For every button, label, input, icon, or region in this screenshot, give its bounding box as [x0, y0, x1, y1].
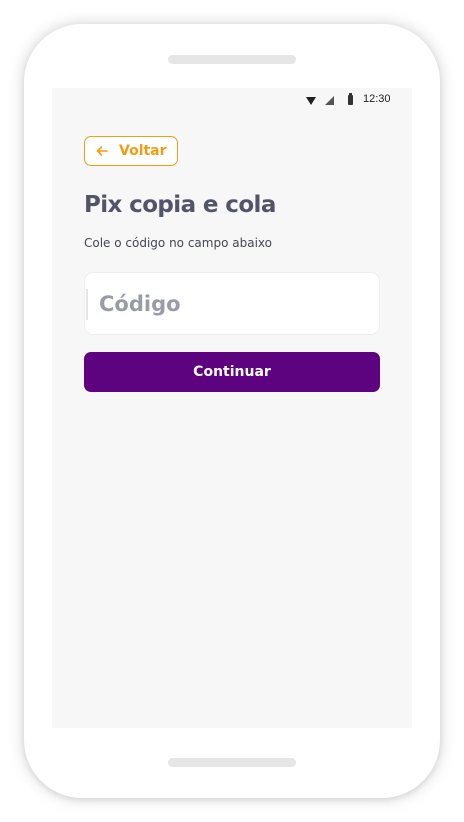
arrow-left-icon	[96, 146, 108, 156]
back-button-label: Voltar	[119, 143, 167, 159]
wifi-icon	[306, 97, 316, 105]
code-input[interactable]	[99, 273, 369, 334]
app-screen: 12:30 Voltar Pix copia e cola Cole o cód…	[52, 88, 412, 728]
back-button[interactable]: Voltar	[84, 136, 178, 166]
code-field	[84, 272, 380, 335]
page-title: Pix copia e cola	[84, 192, 276, 218]
phone-speaker	[168, 55, 296, 64]
continue-button[interactable]: Continuar	[84, 352, 380, 392]
cell-signal-icon	[325, 96, 334, 105]
status-bar: 12:30	[52, 88, 412, 112]
battery-icon	[348, 93, 353, 105]
status-time: 12:30	[363, 93, 391, 105]
phone-home-bar	[168, 758, 296, 767]
input-caret	[86, 289, 88, 320]
page-subtitle: Cole o código no campo abaixo	[84, 236, 272, 250]
